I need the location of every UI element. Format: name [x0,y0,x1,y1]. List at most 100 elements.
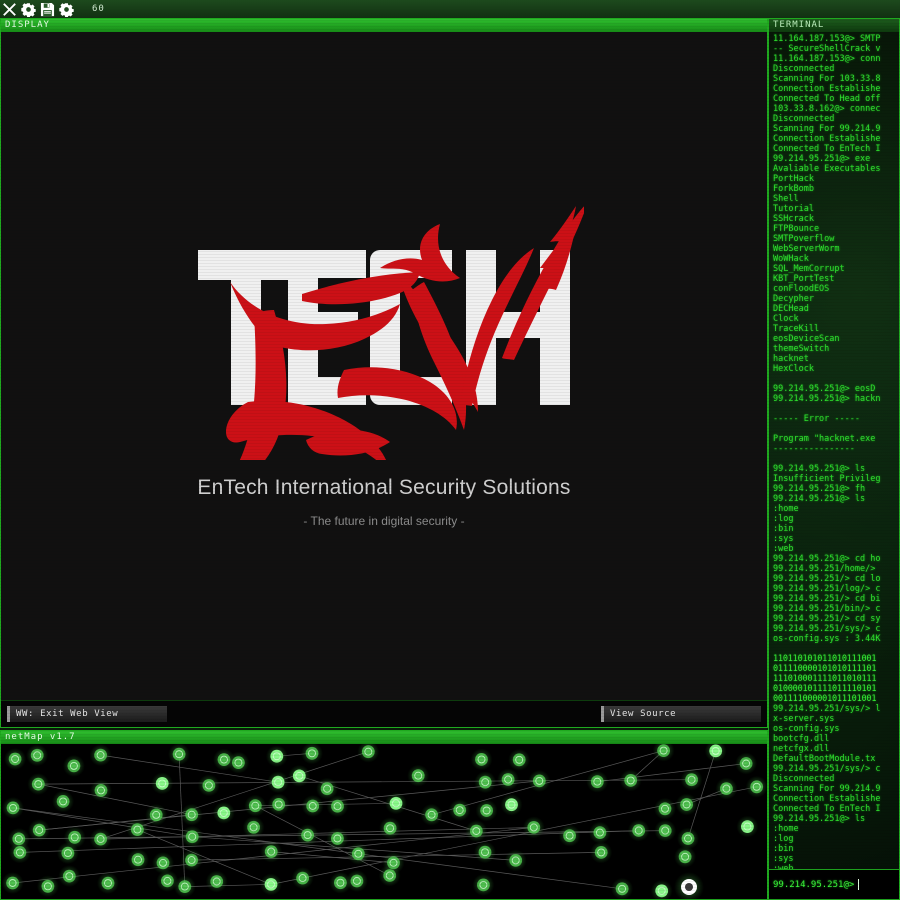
netmap-node[interactable] [151,772,174,795]
netmap-node[interactable] [448,799,471,822]
gear-icon[interactable] [21,2,36,17]
netmap-node[interactable] [508,748,531,771]
netmap-node[interactable] [385,792,407,815]
netmap-node[interactable] [522,816,545,839]
netmap-node[interactable] [675,793,698,816]
netmap-node[interactable] [407,764,430,787]
netmap-node[interactable] [735,752,758,775]
netmap-node[interactable] [52,790,75,813]
netmap-node[interactable] [36,875,59,898]
netmap-node[interactable] [168,744,191,766]
netmap-node[interactable] [586,770,609,793]
netmap-node[interactable] [56,842,79,865]
netmap-node[interactable] [180,803,203,826]
netmap-node[interactable] [173,875,196,898]
netmap-node[interactable] [180,849,203,872]
netmap-node[interactable] [736,815,759,838]
netmap-node[interactable] [127,848,149,871]
netmap-node[interactable] [205,870,228,893]
netmap-node[interactable] [212,801,235,824]
netmap-node[interactable] [326,795,349,818]
netmap-node[interactable] [126,818,149,841]
netmap-node[interactable] [181,825,204,848]
netmap-node[interactable] [288,764,311,787]
terminal-input-line[interactable]: 99.214.95.251@> [769,869,899,899]
netmap-node[interactable] [260,840,283,863]
netmap-node[interactable] [301,744,323,765]
netmap-node[interactable] [2,796,24,819]
netmap-node[interactable] [347,842,370,865]
netmap-node[interactable] [197,774,220,797]
view-source-button[interactable]: View Source [601,706,761,722]
netmap-node[interactable] [470,748,493,771]
netmap-graph[interactable] [1,744,767,899]
netmap-node[interactable] [26,744,49,767]
netmap-active-node[interactable] [674,872,704,899]
close-icon[interactable] [2,2,17,17]
netmap-node[interactable] [497,768,520,791]
save-icon[interactable] [40,2,55,17]
exit-web-view-button[interactable]: WW: Exit Web View [7,706,167,722]
netmap-node[interactable] [242,816,265,839]
netmap-node[interactable] [145,803,168,826]
netmap-node[interactable] [745,775,767,798]
netmap-node[interactable] [267,793,290,816]
netmap-node[interactable] [244,794,267,817]
netmap-node[interactable] [504,849,527,872]
netmap-node[interactable] [62,754,85,777]
netmap-node-disc [350,874,364,888]
netmap-node[interactable] [472,873,495,896]
netmap-node[interactable] [345,870,368,892]
netmap-node[interactable] [227,751,250,774]
netmap-node[interactable] [654,819,677,842]
netmap-node[interactable] [58,865,81,888]
netmap-node[interactable] [357,744,380,763]
netmap-node[interactable] [27,773,50,796]
terminal-line: os-config.sys : 3.44K [773,634,881,644]
netmap-node[interactable] [379,817,402,840]
netmap-node[interactable] [296,824,319,847]
netmap-node[interactable] [465,820,488,842]
terminal-line: Connected To EnTech I [773,144,881,154]
netmap-node[interactable] [260,873,282,896]
netmap-node[interactable] [265,745,288,768]
netmap-node[interactable] [28,819,51,842]
netmap-node[interactable] [650,879,673,899]
netmap-node[interactable] [704,744,727,762]
netmap-node[interactable] [90,779,112,802]
netmap-node[interactable] [619,769,642,792]
netmap-node[interactable] [474,771,497,794]
settings-gear-icon[interactable] [59,2,74,17]
netmap-node[interactable] [301,795,324,817]
netmap-node[interactable] [475,799,498,822]
netmap-node[interactable] [97,872,119,895]
netmap-node[interactable] [590,841,613,864]
netmap-node[interactable] [89,744,112,767]
netmap-node[interactable] [89,828,112,851]
terminal-panel-title: TERMINAL [769,19,899,32]
netmap-node-disc [480,804,493,817]
netmap-node[interactable] [267,771,290,794]
terminal-body[interactable]: 11.164.187.153@> SMTP -- SecureShellCrack… [769,32,899,899]
netmap-node[interactable] [652,744,675,762]
netmap-node[interactable] [588,821,611,844]
netmap-node[interactable] [291,867,314,890]
netmap-node[interactable] [474,841,496,864]
netmap-node[interactable] [8,841,31,864]
netmap-node[interactable] [558,824,581,847]
netmap-node[interactable] [528,769,551,792]
netmap-node[interactable] [500,793,523,816]
netmap-node[interactable] [4,748,27,770]
netmap-node[interactable] [680,768,703,791]
netmap-node[interactable] [326,827,349,850]
netmap-node[interactable] [1,872,24,894]
logo-brush-overlay-svg [226,206,584,460]
netmap-node[interactable] [654,797,676,820]
netmap-node[interactable] [420,803,443,826]
netmap-node[interactable] [378,864,401,887]
netmap-body[interactable] [1,744,767,899]
netmap-node[interactable] [674,845,697,868]
netmap-node[interactable] [627,819,650,842]
netmap-node[interactable] [611,877,634,899]
netmap-node[interactable] [715,777,738,800]
